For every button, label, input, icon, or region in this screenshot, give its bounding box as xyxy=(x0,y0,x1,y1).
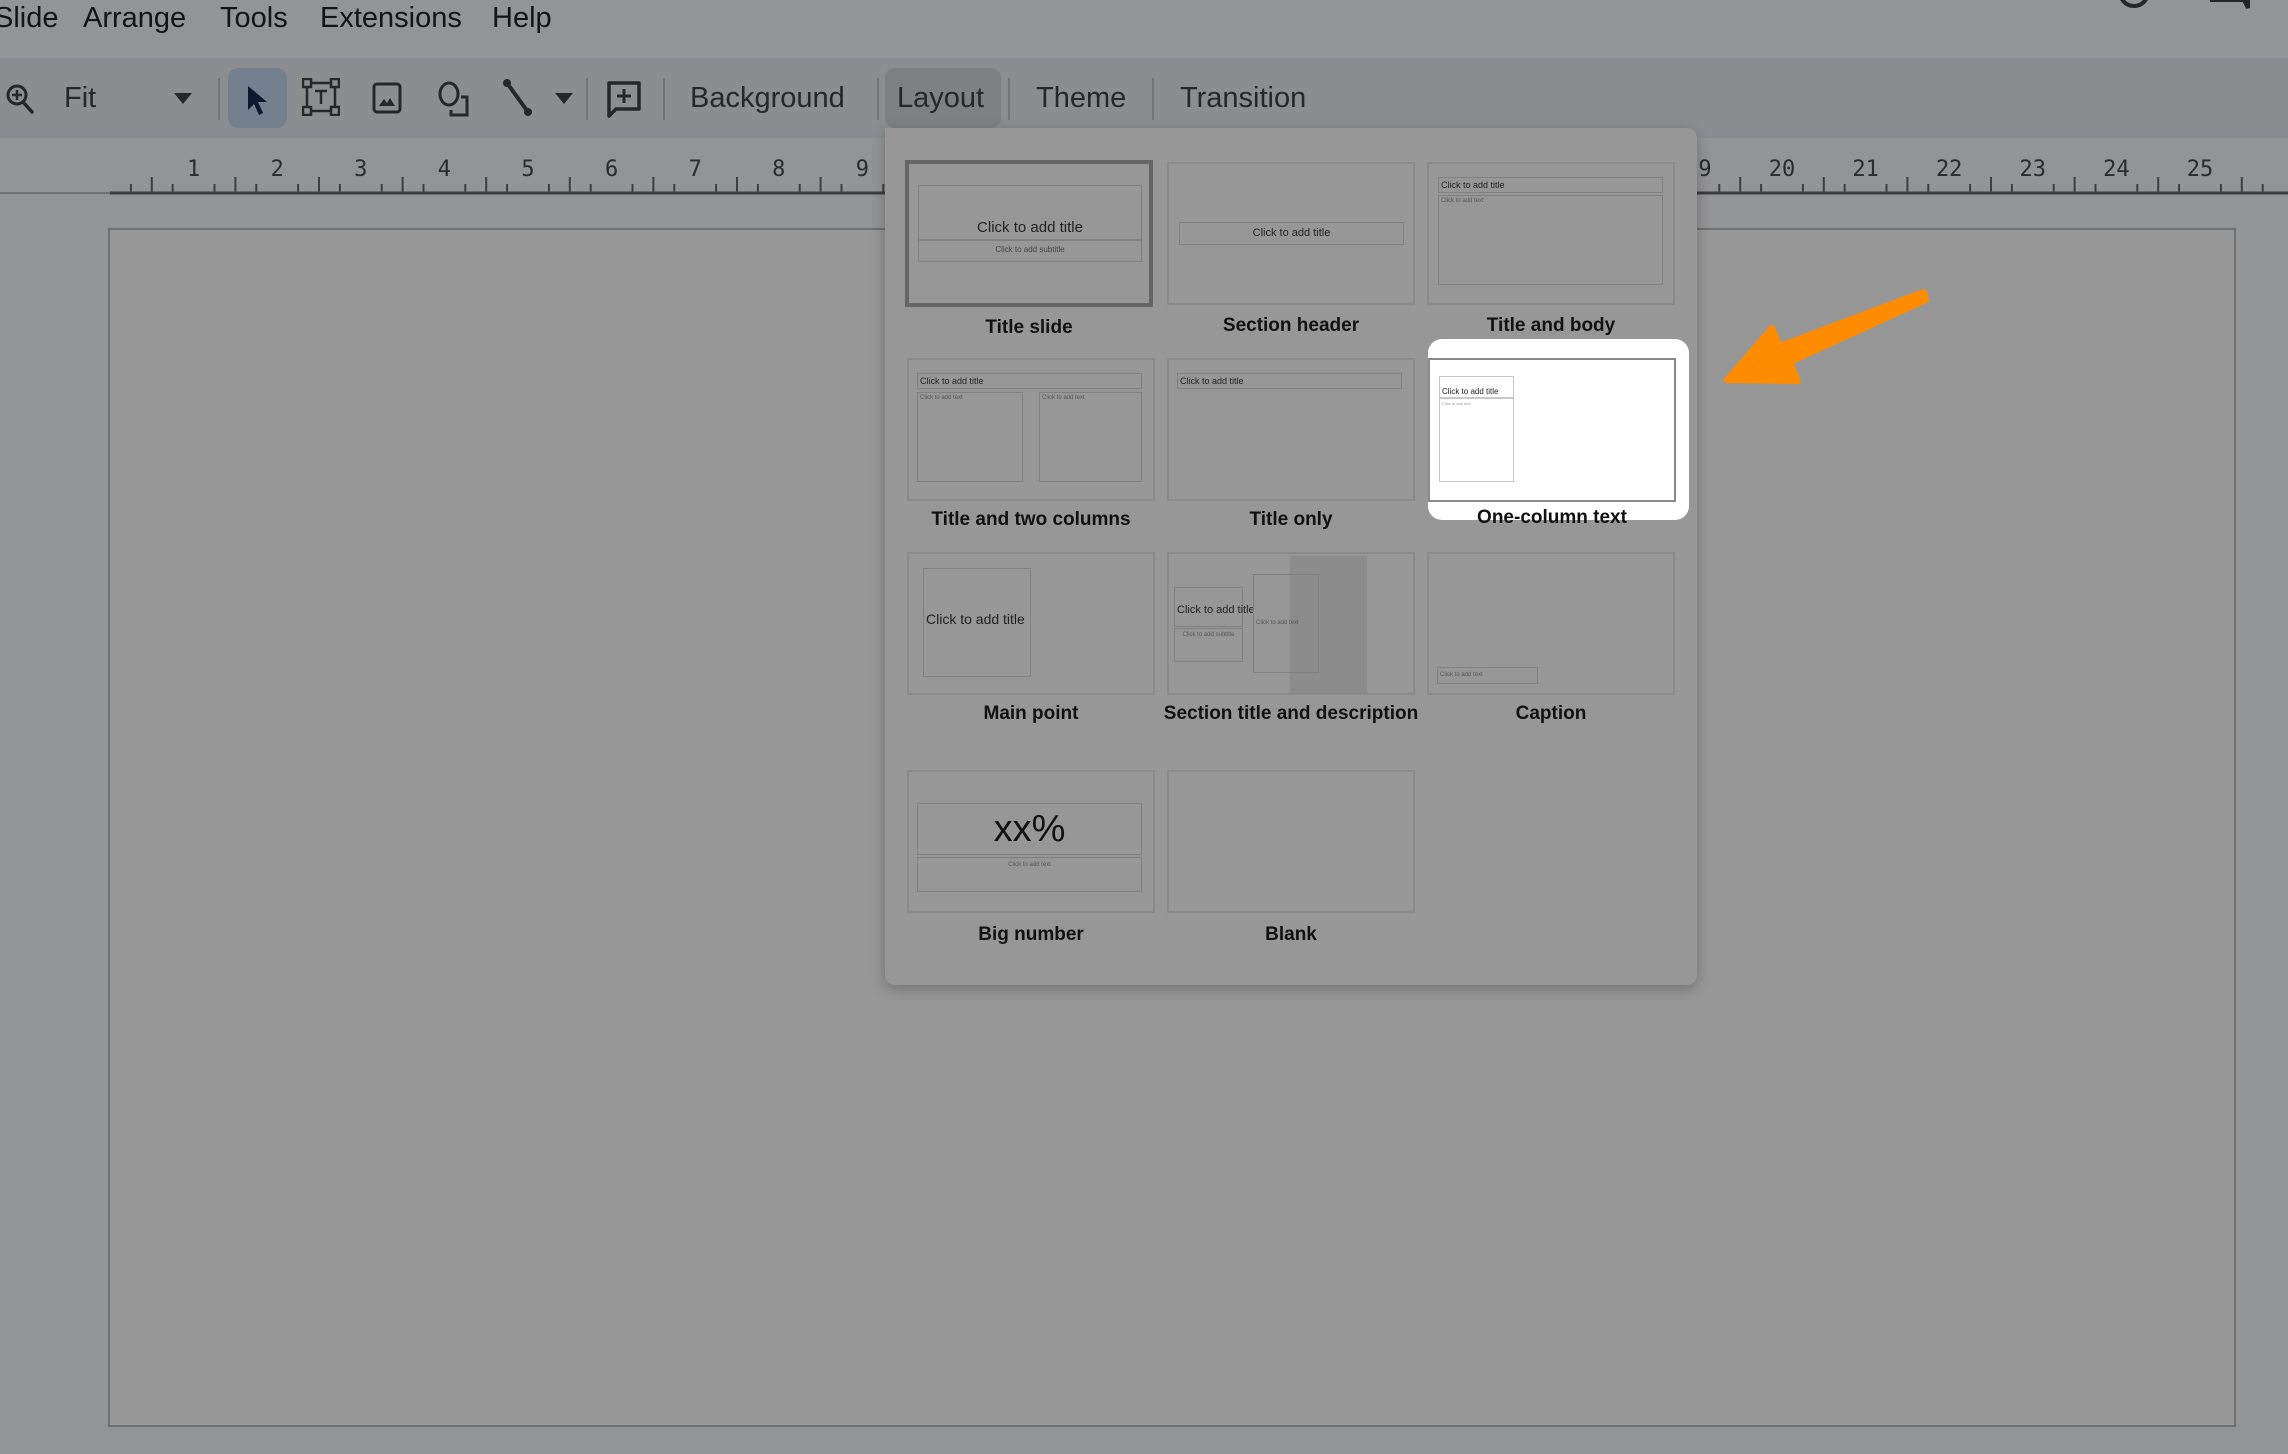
comments-icon[interactable] xyxy=(2210,0,2260,21)
theme-button[interactable]: Theme xyxy=(1036,78,1126,118)
body-placeholder: Click to add text xyxy=(1439,398,1514,482)
body-placeholder: Click to add text xyxy=(1438,195,1663,285)
layout-label: Layout xyxy=(897,82,985,114)
line-dropdown-icon[interactable] xyxy=(555,92,573,110)
layout-thumbnail: Click to add title Click to add subtitle xyxy=(905,160,1153,307)
menu-extensions[interactable]: Extensions xyxy=(320,0,462,36)
ruler-label: 1 xyxy=(187,157,200,182)
left-column-placeholder: Click to add text xyxy=(917,392,1023,482)
text-box-icon[interactable] xyxy=(301,77,341,121)
toolbar-separator xyxy=(586,78,588,120)
layout-thumbnail: Click to add title xyxy=(1167,162,1415,305)
toolbar-separator xyxy=(877,78,879,120)
menu-arrange[interactable]: Arrange xyxy=(83,0,186,36)
layout-thumbnail: Click to add title Click to add text xyxy=(1427,162,1675,305)
title-placeholder: Click to add title xyxy=(918,185,1142,240)
ruler-label: 7 xyxy=(689,157,702,182)
layout-label: Blank xyxy=(1265,924,1317,945)
layout-thumbnail: Click to add title xyxy=(1167,358,1415,501)
title-placeholder: Click to add title xyxy=(1438,177,1663,193)
title-placeholder: Click to add title xyxy=(1177,373,1402,389)
annotation-arrow-icon xyxy=(1700,270,1960,405)
title-placeholder: Click to add title xyxy=(923,568,1031,677)
layout-label: Main point xyxy=(983,703,1079,724)
ruler-label: 25 xyxy=(2187,157,2214,182)
toolbar-separator xyxy=(1152,78,1154,120)
layout-label: Section header xyxy=(1222,315,1360,336)
toolbar: Fit Background Layout Theme Transition xyxy=(0,58,2288,138)
toolbar-separator xyxy=(1008,78,1010,120)
shape-icon[interactable] xyxy=(437,80,471,123)
line-icon[interactable] xyxy=(502,78,534,123)
zoom-dropdown-icon[interactable] xyxy=(174,92,192,110)
menu-tools[interactable]: Tools xyxy=(220,0,288,36)
subtitle-placeholder: Click to add subtitle xyxy=(1174,628,1243,662)
title-placeholder: Click to add title xyxy=(1174,587,1255,627)
layout-label: Title and two columns xyxy=(931,509,1131,530)
select-icon xyxy=(248,86,267,115)
layout-panel: Click to add title Click to add subtitle… xyxy=(885,128,1697,985)
comment-add-icon[interactable] xyxy=(606,80,642,125)
layout-thumbnail: Click to add text xyxy=(1427,552,1675,695)
ruler-label: 21 xyxy=(1852,157,1879,182)
layout-button[interactable]: Layout xyxy=(885,68,1001,128)
layout-one-column-text[interactable]: Click to add title Click to add text xyxy=(1428,358,1676,502)
layout-label: Title and body xyxy=(1486,315,1616,336)
layout-thumbnail: Click to add title Click to add text Cli… xyxy=(907,358,1155,501)
layout-thumbnail xyxy=(1167,770,1415,913)
ruler-label: 24 xyxy=(2103,157,2130,182)
background-button[interactable]: Background xyxy=(690,78,845,118)
title-placeholder: Click to add title xyxy=(917,373,1142,389)
caption-placeholder: Click to add text xyxy=(1437,667,1538,684)
layout-label: One-column text xyxy=(1477,507,1627,528)
layout-label: Big number xyxy=(978,924,1084,945)
layout-label: Caption xyxy=(1515,703,1587,724)
ruler-label: 9 xyxy=(856,157,869,182)
layout-label: Section title and description xyxy=(1163,703,1419,724)
ruler-label: 23 xyxy=(2020,157,2047,182)
subtitle-placeholder: Click to add subtitle xyxy=(918,240,1142,262)
transition-button[interactable]: Transition xyxy=(1180,78,1306,118)
layout-thumbnail: Click to add title Click to add subtitle… xyxy=(1167,552,1415,695)
right-column-placeholder: Click to add text xyxy=(1039,392,1142,482)
toolbar-separator xyxy=(663,78,665,120)
layout-label: Title only xyxy=(1249,509,1333,530)
ruler-label: 4 xyxy=(438,157,451,182)
select-tool-button[interactable] xyxy=(228,68,287,128)
zoom-in-icon[interactable] xyxy=(4,82,36,121)
toolbar-separator xyxy=(218,78,220,120)
title-placeholder: Click to add title xyxy=(1179,222,1404,245)
layout-thumbnail: xx% Click to add text xyxy=(907,770,1155,913)
menu-slide[interactable]: Slide xyxy=(0,0,59,36)
ruler-label: 2 xyxy=(271,157,284,182)
text-placeholder: Click to add text xyxy=(917,857,1142,892)
description-placeholder: Click to add text xyxy=(1253,574,1319,673)
ruler-label: 20 xyxy=(1769,157,1796,182)
title-placeholder: Click to add title xyxy=(1439,376,1514,398)
ruler-label: 3 xyxy=(354,157,367,182)
ruler-label: 8 xyxy=(772,157,785,182)
menu-help[interactable]: Help xyxy=(492,0,552,36)
ruler-label: 22 xyxy=(1936,157,1963,182)
layout-thumbnail: Click to add title xyxy=(907,552,1155,695)
history-icon[interactable] xyxy=(2118,0,2158,21)
zoom-value[interactable]: Fit xyxy=(64,78,96,118)
ruler-label: 5 xyxy=(521,157,534,182)
big-number-placeholder: xx% xyxy=(917,803,1142,855)
menu-bar: Slide Arrange Tools Extensions Help xyxy=(0,0,2288,58)
ruler-label: 6 xyxy=(605,157,618,182)
layout-label: Title slide xyxy=(985,317,1073,338)
image-icon[interactable] xyxy=(372,82,402,119)
